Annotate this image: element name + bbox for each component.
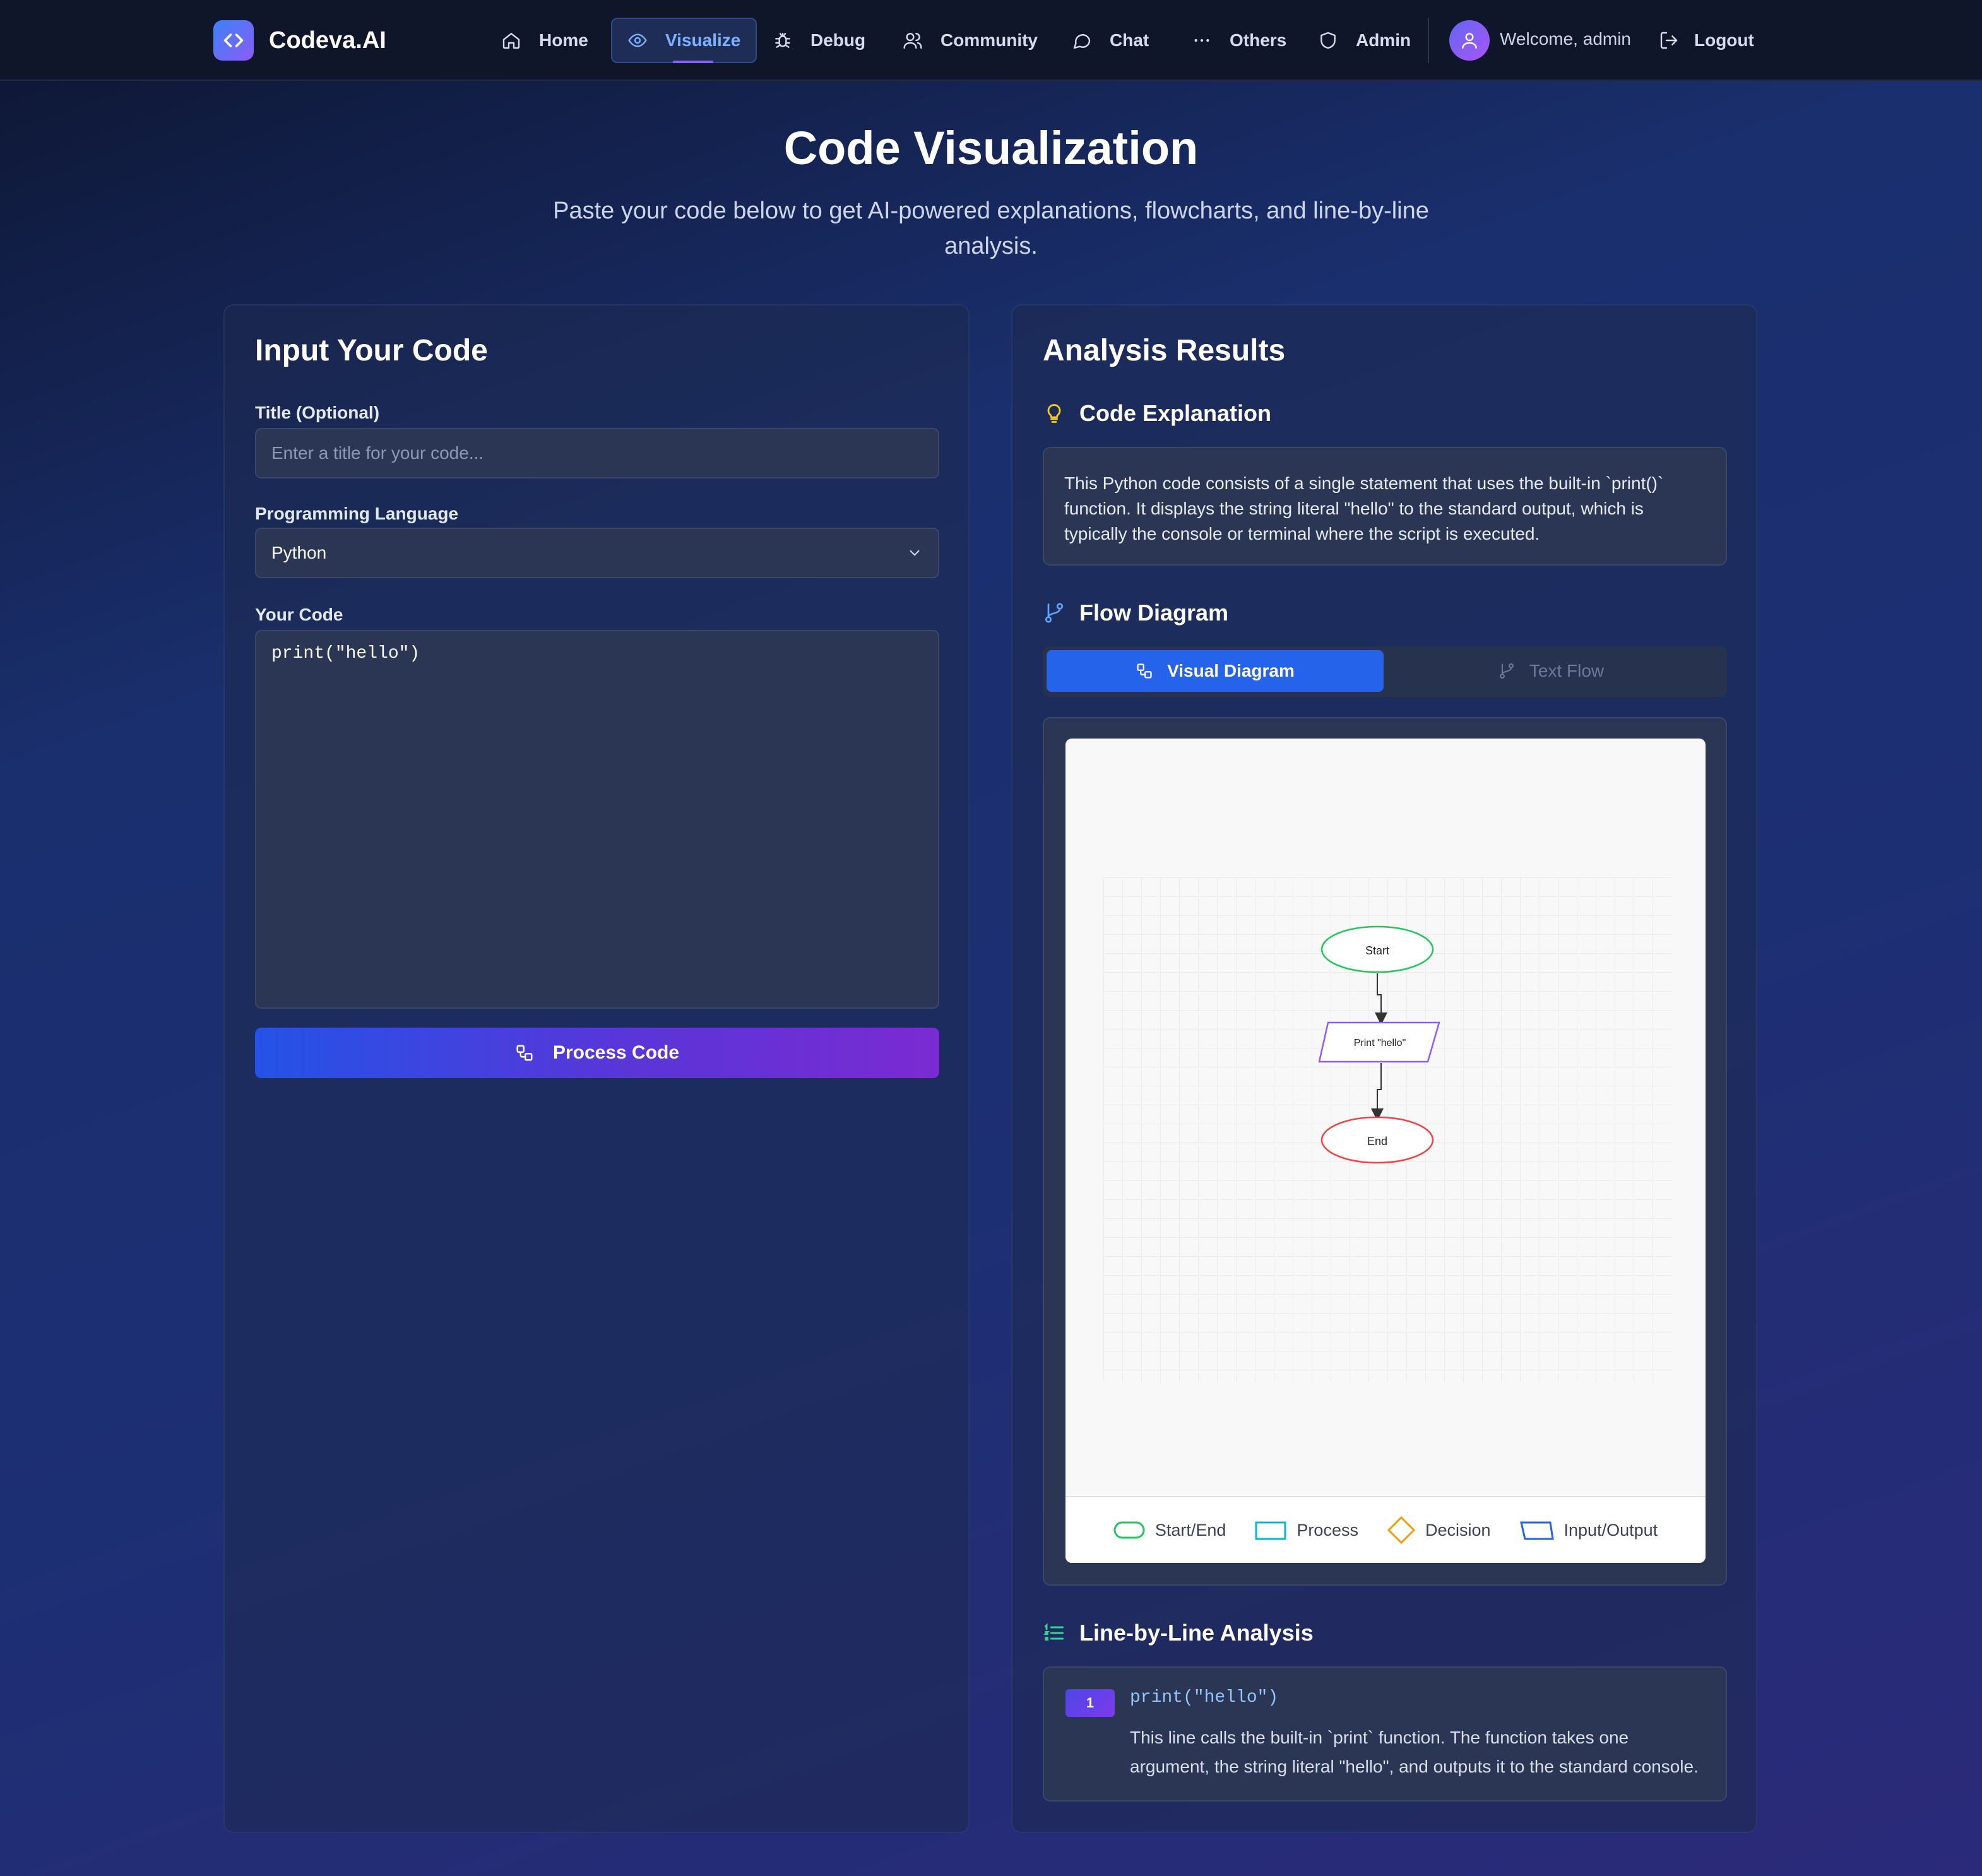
- bug-icon: [775, 33, 790, 48]
- line-description: This line calls the built-in `print` fun…: [1130, 1728, 1699, 1776]
- legend-process-label: Process: [1297, 1520, 1358, 1540]
- dots-icon: [1194, 39, 1209, 42]
- tab-text-flow[interactable]: Text Flow: [1382, 650, 1719, 692]
- eye-icon: [628, 33, 647, 47]
- logout-icon: [1660, 32, 1678, 49]
- nav-debug[interactable]: Debug: [757, 18, 881, 63]
- decision-shape-icon: [1387, 1516, 1415, 1544]
- io-shape-icon: [1519, 1521, 1554, 1540]
- process-code-button[interactable]: Process Code: [255, 1028, 939, 1078]
- line-analysis-heading-text: Line-by-Line Analysis: [1079, 1620, 1314, 1646]
- tab-visual-diagram-label: Visual Diagram: [1167, 661, 1295, 680]
- user-icon: [1462, 33, 1477, 49]
- page-title: Code Visualization: [783, 122, 1199, 174]
- line-number-badge: 1: [1065, 1689, 1115, 1717]
- input-panel-title: Input Your Code: [255, 334, 488, 367]
- tab-visual-diagram[interactable]: Visual Diagram: [1047, 650, 1384, 692]
- connector-arrow: [1375, 973, 1387, 1025]
- legend-decision-label: Decision: [1425, 1520, 1491, 1540]
- results-panel-title: Analysis Results: [1043, 334, 1286, 367]
- diagram-container: Start Print "hello" End Start/End Proces…: [1043, 717, 1727, 1586]
- line-analysis-heading: Line-by-Line Analysis: [1043, 1620, 1314, 1646]
- nav-community[interactable]: Community: [887, 18, 1053, 63]
- legend-start-end: Start/End: [1113, 1520, 1226, 1540]
- nav-home[interactable]: Home: [486, 18, 603, 63]
- tab-text-flow-label: Text Flow: [1529, 661, 1605, 680]
- explanation-text: This Python code consists of a single st…: [1064, 473, 1664, 543]
- nav-visualize[interactable]: Visualize: [611, 18, 757, 63]
- nav-divider: [1428, 18, 1429, 63]
- page-subtitle: Paste your code below to get AI-powered …: [553, 198, 1429, 259]
- nav-visualize-label: Visualize: [665, 30, 741, 50]
- terminal-shape-icon: [1113, 1521, 1145, 1539]
- explanation-heading-text: Code Explanation: [1079, 400, 1272, 426]
- explanation-heading: Code Explanation: [1043, 400, 1271, 427]
- diagram-legend: Start/End Process Decision Input/Output: [1065, 1496, 1706, 1563]
- flow-heading: Flow Diagram: [1043, 600, 1228, 626]
- results-panel: Analysis Results Code Explanation This P…: [1011, 304, 1757, 1833]
- brand-name: Codeva.AI: [269, 27, 386, 54]
- nav-others-label: Others: [1230, 30, 1287, 50]
- line-code: print("hello"): [1130, 1688, 1279, 1707]
- process-shape-icon: [1255, 1521, 1286, 1540]
- explanation-box: This Python code consists of a single st…: [1043, 447, 1727, 566]
- chat-icon: [1073, 34, 1091, 49]
- home-icon: [502, 33, 520, 49]
- flowchart: Start Print "hello" End: [1318, 925, 1440, 1164]
- users-icon: [903, 33, 922, 49]
- legend-input-output: Input/Output: [1519, 1520, 1658, 1540]
- diagram-canvas[interactable]: Start Print "hello" End Start/End Proces…: [1065, 739, 1706, 1563]
- code-editor[interactable]: print("hello"): [255, 630, 939, 1009]
- nav-community-label: Community: [941, 30, 1038, 50]
- lightbulb-icon: [1047, 404, 1061, 423]
- language-select[interactable]: Python: [255, 528, 939, 578]
- git-branch-icon: [1045, 603, 1064, 623]
- nav-others[interactable]: Others: [1177, 18, 1302, 63]
- flow-heading-text: Flow Diagram: [1079, 600, 1229, 626]
- code-label: Your Code: [255, 605, 343, 624]
- legend-input-output-label: Input/Output: [1564, 1520, 1658, 1540]
- brand-logo[interactable]: Codeva.AI: [213, 20, 386, 61]
- end-node-label: End: [1367, 1135, 1387, 1148]
- process-code-label: Process Code: [552, 1042, 680, 1063]
- active-tab-indicator: [673, 61, 713, 63]
- top-navbar: Codeva.AI Home Visualize Debug Community…: [0, 0, 1982, 81]
- welcome-text: Welcome, admin: [1500, 29, 1632, 49]
- flowchart-icon: [516, 1045, 533, 1061]
- language-label: Programming Language: [255, 504, 459, 523]
- connector-arrow: [1371, 1063, 1384, 1121]
- legend-decision: Decision: [1387, 1516, 1491, 1544]
- diagram-tabs: Visual Diagram Text Flow: [1043, 646, 1727, 697]
- nav-home-label: Home: [539, 30, 588, 50]
- nav-admin-label: Admin: [1356, 30, 1411, 50]
- shield-icon: [1320, 32, 1336, 49]
- print-node-label: Print "hello": [1354, 1038, 1406, 1048]
- logout-button[interactable]: Logout: [1659, 18, 1754, 63]
- start-node-label: Start: [1365, 944, 1389, 957]
- title-input-placeholder: Enter a title for your code...: [271, 443, 484, 463]
- list-icon: [1043, 1623, 1064, 1641]
- legend-start-end-label: Start/End: [1154, 1520, 1226, 1540]
- title-input[interactable]: Enter a title for your code...: [255, 428, 939, 478]
- input-panel: Input Your Code Title (Optional) Enter a…: [223, 304, 970, 1833]
- git-branch-icon: [1499, 663, 1514, 679]
- chevron-down-icon: [910, 550, 920, 556]
- nav-chat-label: Chat: [1110, 30, 1149, 50]
- legend-process: Process: [1255, 1520, 1358, 1540]
- nav-admin[interactable]: Admin: [1303, 18, 1426, 63]
- flowchart-icon: [1137, 663, 1152, 679]
- nav-debug-label: Debug: [810, 30, 866, 50]
- line-analysis-item: 1 print("hello") This line calls the bui…: [1043, 1666, 1727, 1802]
- code-brackets-icon: [213, 20, 254, 61]
- language-select-value: Python: [271, 543, 327, 562]
- avatar[interactable]: [1449, 20, 1490, 61]
- title-label: Title (Optional): [255, 403, 380, 422]
- code-editor-content: print("hello"): [271, 644, 420, 663]
- nav-chat[interactable]: Chat: [1057, 18, 1164, 63]
- logout-label: Logout: [1694, 30, 1754, 50]
